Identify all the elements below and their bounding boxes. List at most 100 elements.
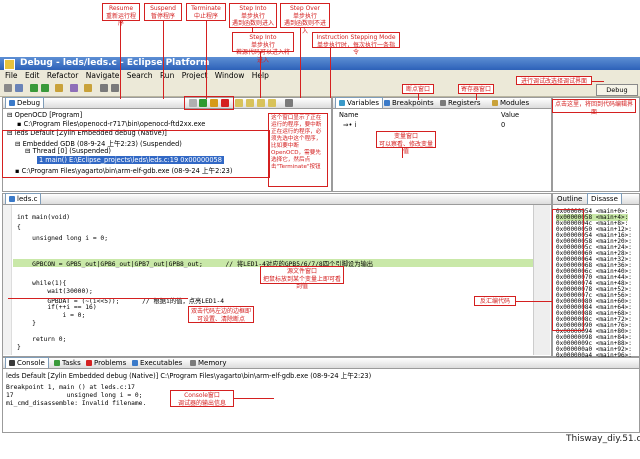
code-line-2: { <box>17 224 21 231</box>
modules-icon <box>492 100 498 106</box>
code-line-11: i = 0; <box>17 312 86 319</box>
save-icon[interactable] <box>15 84 23 92</box>
arrow-breakpoint-hint <box>8 298 188 299</box>
tab-tasks[interactable]: Tasks <box>51 358 84 368</box>
code-line-7: while(1){ <box>17 280 67 287</box>
step-over-icon[interactable] <box>257 99 265 107</box>
note-register-window: 寄存器窗口 <box>458 84 494 94</box>
tab-executables[interactable]: Executables <box>129 358 185 368</box>
note-step-over: Step Over 单步执行 遇到函数则不进入 <box>280 3 330 35</box>
eclipse-app-icon <box>4 59 15 70</box>
registers-icon <box>440 100 446 106</box>
arrow-variable-window <box>402 148 403 158</box>
console-tabbar: Console Tasks Problems Executables Memor… <box>3 357 639 369</box>
column-value[interactable]: Value <box>501 111 519 119</box>
c-file-icon <box>9 196 15 202</box>
code-line-1: int main(void) <box>17 214 71 221</box>
note-suspend: Suspend 暂停程序 <box>144 3 182 21</box>
debug-view-tabbar: Debug <box>3 97 331 109</box>
run-icon[interactable] <box>41 84 49 92</box>
editor-ruler[interactable] <box>3 205 12 355</box>
note-terminate: Terminate 中止程序 <box>186 3 226 21</box>
note-variable-window: 变量窗口 可以察看、修改变量值 <box>376 131 436 155</box>
highlight-debug-tree <box>2 130 270 178</box>
step-into-icon[interactable] <box>235 99 243 107</box>
column-name[interactable]: Name <box>339 111 358 119</box>
arrow-console <box>234 398 274 399</box>
arrow-step-into-1 <box>252 28 253 32</box>
tab-breakpoints[interactable]: Breakpoints <box>381 98 437 108</box>
console-line-2: 17 unsigned long i = 0; <box>6 392 143 399</box>
problems-icon <box>86 360 92 366</box>
debug-launch-icon[interactable] <box>30 84 38 92</box>
variable-row-name[interactable]: ⇒• i <box>343 121 356 129</box>
console-view: Console Tasks Problems Executables Memor… <box>2 357 640 433</box>
arrow-register-window <box>476 94 477 100</box>
code-line-15: } <box>17 344 21 351</box>
code-line-12: } <box>17 320 36 327</box>
arrow-breakpoint-window <box>418 94 419 100</box>
arrow-perspective <box>592 81 604 82</box>
arrow-instruction <box>330 48 331 98</box>
note-debug-window: 这个窗口显示了正在运行的程序，要中断正在运行的程序，必须先选中这个程序，比如要中… <box>268 113 328 187</box>
menu-navigate[interactable]: Navigate <box>86 70 120 81</box>
console-icon <box>9 360 15 366</box>
tab-leds-c[interactable]: leds.c <box>5 193 42 204</box>
disassembly-tabbar: Outline Disasse <box>553 193 639 205</box>
console-session: leds Default [Zylin Embedded debug (Nati… <box>6 372 372 380</box>
arrow-resume <box>120 21 121 99</box>
highlight-disassembly <box>552 209 584 331</box>
menu-project[interactable]: Project <box>182 70 208 81</box>
menu-refactor[interactable]: Refactor <box>47 70 78 81</box>
back-icon[interactable] <box>100 84 108 92</box>
note-console-window: Console窗口 调试器的输出信息 <box>170 390 234 407</box>
code-line-14: return 0; <box>17 336 67 343</box>
menu-file[interactable]: File <box>5 70 18 81</box>
arrow-suspend <box>163 21 164 99</box>
note-source-window: 源文件窗口 把鼠标放到某个变量上即可看到值 <box>260 266 344 290</box>
breakpoints-icon <box>384 100 390 106</box>
highlight-run-controls <box>184 96 234 110</box>
tab-problems[interactable]: Problems <box>83 358 129 368</box>
note-disassembly: 反汇编代码 <box>474 296 516 306</box>
step-into-selection-icon[interactable] <box>246 99 254 107</box>
variables-view-tabbar: Variables Breakpoints Registers Modules <box>333 97 551 109</box>
perspective-debug-button[interactable]: Debug <box>596 84 638 96</box>
tab-modules[interactable]: Modules <box>489 98 532 108</box>
tab-outline[interactable]: Outline <box>554 194 585 204</box>
forward-icon[interactable] <box>111 84 119 92</box>
note-step-into-1: Step Into 单步执行 遇到函数则进入 <box>229 3 277 28</box>
note-instruction-stepping: Instruction Stepping Mode 单步执行时，每次执行一条指令 <box>312 32 400 56</box>
arrow-step-over <box>300 28 301 98</box>
menu-edit[interactable]: Edit <box>25 70 40 81</box>
note-breakpoint-window: 断点窗口 <box>402 84 434 94</box>
editor-vertical-scrollbar[interactable] <box>533 205 550 355</box>
tab-memory[interactable]: Memory <box>187 358 229 368</box>
search-icon[interactable] <box>84 84 92 92</box>
code-line-3: unsigned long i = 0; <box>17 235 108 242</box>
tree-item-openocd[interactable]: ⊟ OpenOCD [Program] <box>7 111 82 119</box>
note-resume: Resume重新运行程序 <box>102 3 140 27</box>
instruction-stepping-icon[interactable] <box>285 99 293 107</box>
console-line-1: Breakpoint 1, main () at leds.c:17 <box>6 384 135 391</box>
note-perspective-switch: 进行调试改选择调试界面 <box>516 76 592 85</box>
open-type-icon[interactable] <box>70 84 78 92</box>
external-tools-icon[interactable] <box>55 84 63 92</box>
variable-row-value[interactable]: 0 <box>501 121 505 129</box>
menu-search[interactable]: Search <box>127 70 153 81</box>
tab-disassembly[interactable]: Disasse <box>587 193 622 204</box>
memory-icon <box>190 360 196 366</box>
variables-view: Variables Breakpoints Registers Modules … <box>332 97 552 192</box>
step-return-icon[interactable] <box>268 99 276 107</box>
tab-debug[interactable]: Debug <box>5 97 45 108</box>
tab-console[interactable]: Console <box>5 357 49 368</box>
editor-tabbar: leds.c <box>3 193 551 205</box>
arrow-terminate <box>206 21 207 99</box>
tree-item-openocd-exe[interactable]: ▪ C:\Program Files\openocd-r717\bin\open… <box>17 120 205 128</box>
new-icon[interactable] <box>4 84 12 92</box>
tab-variables[interactable]: Variables <box>335 97 383 108</box>
menu-window[interactable]: Window <box>215 70 245 81</box>
window-title: Debug - leds/leds.c - Eclipse Platform <box>20 58 210 68</box>
watermark: Thisway_diy.51.c <box>566 434 640 444</box>
code-line-10: if(++i == 16) <box>17 304 97 311</box>
